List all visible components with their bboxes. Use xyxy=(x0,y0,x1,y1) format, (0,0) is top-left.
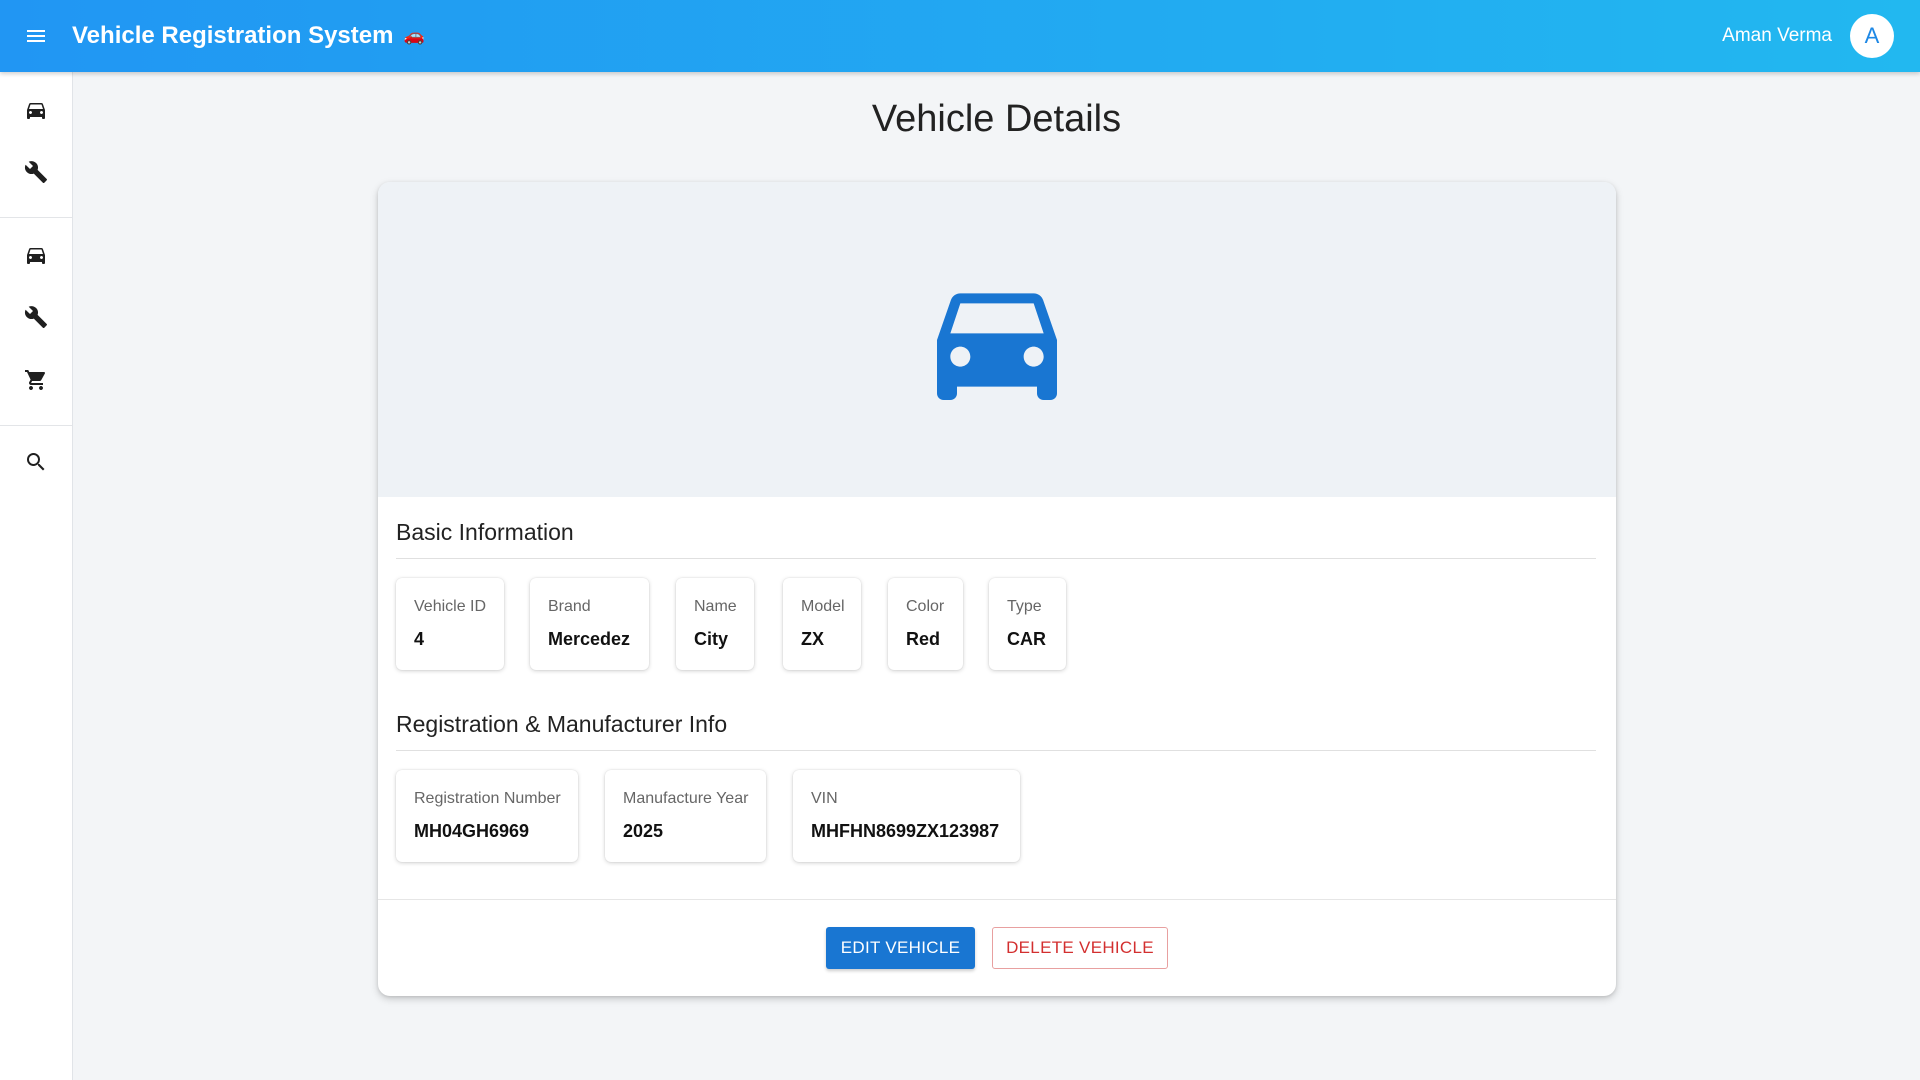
sidebar-item-services-2[interactable] xyxy=(0,289,72,345)
info-tile-brand: Brand Mercedez xyxy=(530,578,649,670)
info-label: Vehicle ID xyxy=(414,598,487,615)
sidebar-item-cart[interactable] xyxy=(0,352,72,408)
info-label: Color xyxy=(906,598,945,615)
app-title-text: Vehicle Registration System xyxy=(72,22,394,49)
edit-vehicle-button[interactable]: EDIT VEHICLE xyxy=(826,927,975,969)
car-icon xyxy=(27,103,45,119)
info-value: ZX xyxy=(801,629,825,649)
sidebar-divider xyxy=(0,425,72,426)
info-label: Brand xyxy=(548,598,591,615)
info-value: MHFHN8699ZX123987 xyxy=(811,821,1000,841)
info-tile-color: Color Red xyxy=(888,578,963,670)
car-emoji-icon: 🚗 xyxy=(403,26,425,45)
user-area: Aman Verma A xyxy=(1722,14,1920,58)
info-label: VIN xyxy=(811,790,838,807)
info-tile-model: Model ZX xyxy=(783,578,861,670)
user-name: Aman Verma xyxy=(1722,25,1832,46)
search-icon xyxy=(27,453,45,471)
wrench-icon xyxy=(24,306,47,328)
info-label: Manufacture Year xyxy=(623,790,749,807)
menu-button[interactable] xyxy=(0,0,72,72)
wrench-icon xyxy=(24,161,47,183)
info-label: Registration Number xyxy=(414,790,561,807)
avatar[interactable]: A xyxy=(1850,14,1894,58)
info-value: 4 xyxy=(414,629,425,649)
info-value: MH04GH6969 xyxy=(414,821,530,841)
info-tile-type: Type CAR xyxy=(989,578,1066,670)
info-tile-vehicle-id: Vehicle ID 4 xyxy=(396,578,504,670)
info-value: Red xyxy=(906,629,941,649)
vehicle-hero xyxy=(378,182,1616,497)
hamburger-menu-icon xyxy=(27,30,45,42)
info-label: Model xyxy=(801,598,845,615)
sidebar-item-vehicles-2[interactable] xyxy=(0,227,72,283)
info-value: 2025 xyxy=(623,821,664,841)
sidebar-item-search[interactable] xyxy=(0,434,72,490)
app-title: Vehicle Registration System 🚗 xyxy=(72,22,425,50)
section-divider xyxy=(396,750,1596,751)
info-tile-manufacture-year: Manufacture Year 2025 xyxy=(605,770,766,862)
info-tile-name: Name City xyxy=(676,578,754,670)
info-value: Mercedez xyxy=(548,629,631,649)
page-title: Vehicle Details xyxy=(871,98,1122,140)
info-label: Name xyxy=(694,598,737,615)
sidebar-item-services[interactable] xyxy=(0,144,72,200)
info-tile-vin: VIN MHFHN8699ZX123987 xyxy=(793,770,1020,862)
info-label: Type xyxy=(1007,598,1042,615)
section-title-basic: Basic Information xyxy=(396,519,574,545)
info-value: CAR xyxy=(1007,629,1046,649)
sidebar-item-vehicles[interactable] xyxy=(0,82,72,138)
cart-icon xyxy=(25,370,46,390)
car-icon xyxy=(27,248,45,264)
info-tile-registration-number: Registration Number MH04GH6969 xyxy=(396,770,578,862)
vehicle-details-card: Basic Information Vehicle ID 4 Brand Mer… xyxy=(378,182,1616,996)
car-icon xyxy=(937,292,1057,400)
sidebar-divider xyxy=(0,217,72,218)
card-footer-divider xyxy=(378,899,1616,900)
sidebar xyxy=(0,72,73,1080)
info-value: City xyxy=(694,629,729,649)
section-divider xyxy=(396,558,1596,559)
delete-vehicle-button[interactable]: DELETE VEHICLE xyxy=(992,927,1168,969)
app-bar: Vehicle Registration System 🚗 Aman Verma… xyxy=(0,0,1920,72)
section-title-registration: Registration & Manufacturer Info xyxy=(396,711,728,737)
